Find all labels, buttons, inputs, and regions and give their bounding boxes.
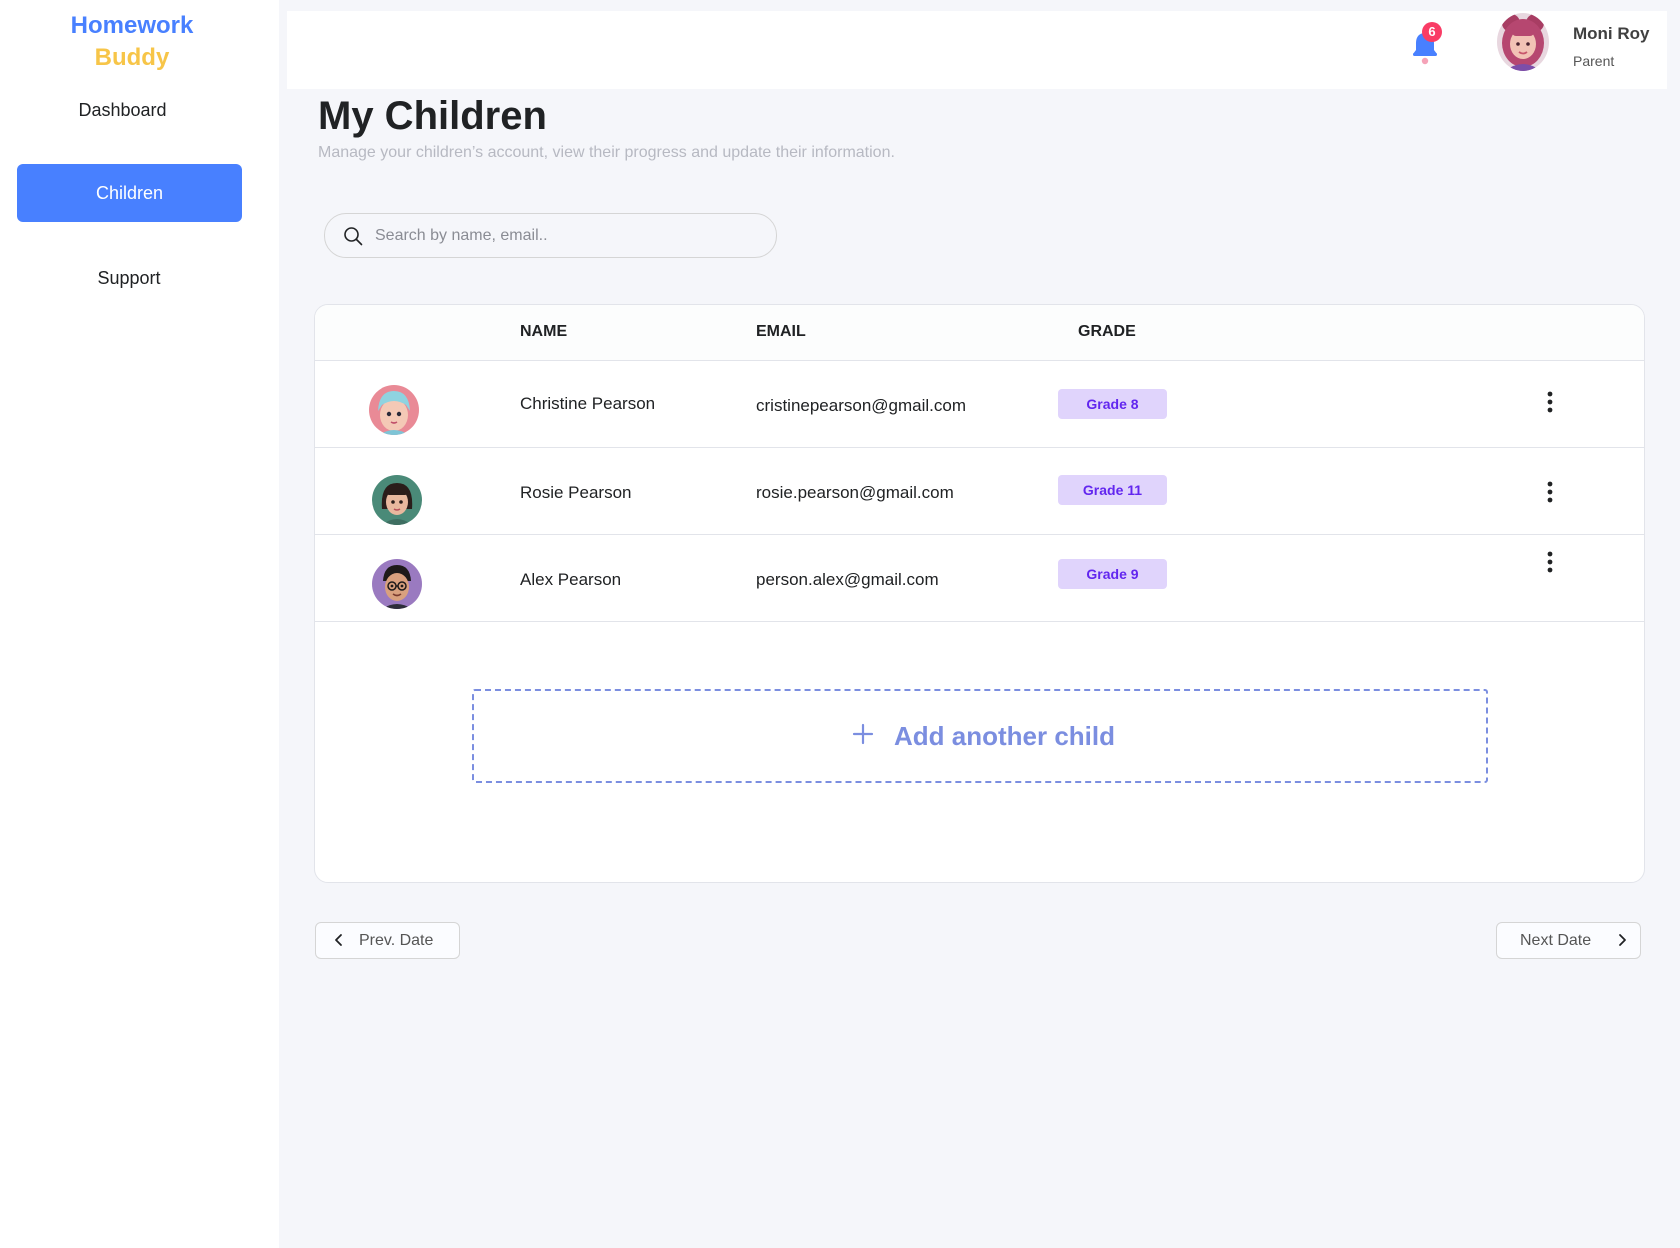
chevron-right-icon — [1619, 934, 1626, 946]
more-vertical-icon — [1547, 551, 1553, 573]
sidebar-item-support[interactable]: Support — [0, 268, 258, 289]
column-header-grade: GRADE — [1078, 323, 1136, 340]
child-email: person.alex@gmail.com — [756, 570, 939, 589]
grade-badge: Grade 8 — [1058, 389, 1167, 419]
child-name: Christine Pearson — [520, 394, 656, 413]
chevron-left-icon — [335, 934, 342, 946]
child-name: Alex Pearson — [520, 570, 622, 589]
sidebar: Homework Buddy Dashboard Children Suppor… — [0, 0, 279, 1248]
user-avatar[interactable] — [1497, 13, 1549, 71]
child-avatar — [372, 559, 422, 609]
add-child-label: Add another child — [894, 721, 1115, 751]
search-bar — [324, 213, 777, 258]
page-subtitle: Manage your children’s account, view the… — [318, 144, 895, 161]
child-email: rosie.pearson@gmail.com — [756, 483, 954, 502]
row-actions-button[interactable] — [1535, 387, 1565, 417]
top-bar: 6 Moni Roy Parent — [287, 11, 1667, 89]
user-avatar-image — [1497, 13, 1549, 71]
prev-date-label: Prev. Date — [359, 932, 434, 949]
column-header-name: NAME — [520, 323, 568, 340]
table-row[interactable]: Rosie Pearson rosie.pearson@gmail.com Gr… — [315, 448, 1644, 535]
user-name: Moni Roy — [1573, 24, 1650, 43]
table-row[interactable]: Christine Pearson cristinepearson@gmail.… — [315, 361, 1644, 448]
child-avatar-image — [369, 385, 419, 435]
sidebar-item-dashboard[interactable]: Dashboard — [0, 100, 245, 121]
row-actions-button[interactable] — [1535, 477, 1565, 507]
brand-logo-line2: Buddy — [94, 44, 170, 71]
plus-icon — [852, 723, 874, 745]
row-actions-button[interactable] — [1535, 547, 1565, 577]
grade-badge: Grade 11 — [1058, 475, 1167, 505]
notification-count-badge: 6 — [1422, 22, 1442, 42]
child-name: Rosie Pearson — [520, 483, 632, 502]
child-email: cristinepearson@gmail.com — [756, 396, 967, 415]
child-avatar-image — [372, 559, 422, 609]
search-input[interactable] — [375, 214, 765, 257]
sidebar-item-children[interactable]: Children — [17, 164, 242, 222]
child-avatar-image — [372, 475, 422, 525]
prev-date-button[interactable]: Prev. Date — [315, 922, 460, 959]
brand-logo-line1: Homework — [70, 12, 194, 39]
next-date-button[interactable]: Next Date — [1496, 922, 1641, 959]
user-role: Parent — [1573, 53, 1615, 69]
more-vertical-icon — [1547, 481, 1553, 503]
page-title: My Children — [318, 94, 547, 138]
search-icon — [344, 227, 363, 246]
children-table: NAME EMAIL GRADE Christine Pearson crist… — [314, 304, 1645, 883]
next-date-label: Next Date — [1520, 932, 1592, 949]
grade-badge: Grade 9 — [1058, 559, 1167, 589]
table-row[interactable]: Alex Pearson person.alex@gmail.com Grade… — [315, 535, 1644, 622]
more-vertical-icon — [1547, 391, 1553, 413]
table-header: NAME EMAIL GRADE — [315, 305, 1644, 361]
add-child-button[interactable]: Add another child — [472, 689, 1488, 783]
column-header-email: EMAIL — [756, 323, 806, 340]
child-avatar — [372, 475, 422, 525]
child-avatar — [369, 385, 419, 435]
